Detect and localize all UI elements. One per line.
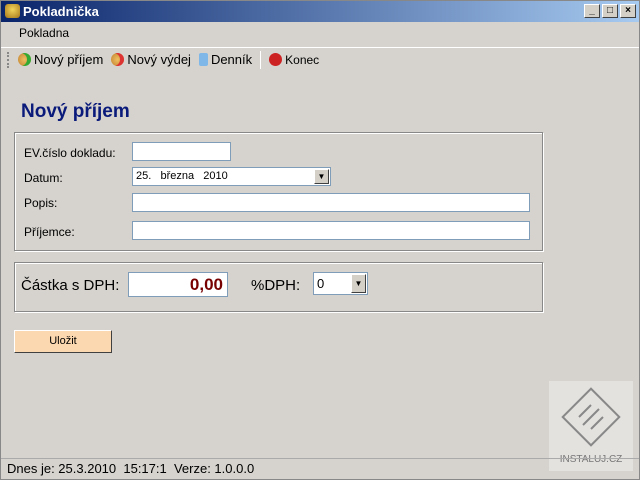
date-label: Datum: xyxy=(24,171,63,185)
window-title: Pokladnička xyxy=(23,4,99,19)
chevron-down-icon[interactable]: ▼ xyxy=(314,169,329,184)
book-icon xyxy=(198,53,208,66)
new-income-button[interactable]: Nový příjem xyxy=(18,52,103,67)
vat-select[interactable]: 0 ▼ xyxy=(313,272,368,295)
minimize-button[interactable]: _ xyxy=(584,4,600,18)
vat-label: %DPH: xyxy=(251,277,301,294)
status-bar: Dnes je: 25.3.2010 15:17:1 Verze: 1.0.0.… xyxy=(1,458,639,480)
amount-input[interactable]: 0,00 xyxy=(128,272,228,297)
recipient-label: Příjemce: xyxy=(24,225,75,239)
ev-label: EV.číslo dokladu: xyxy=(24,146,116,160)
description-input[interactable] xyxy=(132,193,530,212)
amount-label: Částka s DPH: xyxy=(21,277,120,294)
close-button[interactable]: × xyxy=(620,4,636,18)
new-expense-button[interactable]: Nový výdej xyxy=(111,52,191,67)
app-window: Pokladnička _ □ × Pokladna Nový příjem N… xyxy=(0,0,640,480)
power-icon xyxy=(269,53,283,66)
popis-label: Popis: xyxy=(24,196,58,210)
toolbar: Nový příjem Nový výdej Denník Konec xyxy=(1,47,639,71)
menu-pokladna[interactable]: Pokladna xyxy=(19,26,69,40)
chevron-down-icon[interactable]: ▼ xyxy=(351,274,366,293)
page-title: Nový příjem xyxy=(21,101,130,122)
menu-bar: Pokladna xyxy=(1,23,639,44)
recipient-input[interactable] xyxy=(132,221,530,240)
toolbar-grip[interactable] xyxy=(7,51,10,68)
exit-button[interactable]: Konec xyxy=(269,53,319,67)
coins-icon xyxy=(5,4,20,18)
journal-button[interactable]: Denník xyxy=(198,52,252,67)
remove-icon xyxy=(111,53,125,66)
title-bar: Pokladnička _ □ × xyxy=(1,1,639,22)
add-icon xyxy=(18,53,31,66)
date-picker[interactable]: 25. března 2010 ▼ xyxy=(132,167,331,186)
toolbar-separator xyxy=(260,50,262,69)
ev-number-input[interactable] xyxy=(132,142,231,161)
save-button[interactable]: Uložit xyxy=(14,330,112,353)
maximize-button[interactable]: □ xyxy=(602,4,618,18)
